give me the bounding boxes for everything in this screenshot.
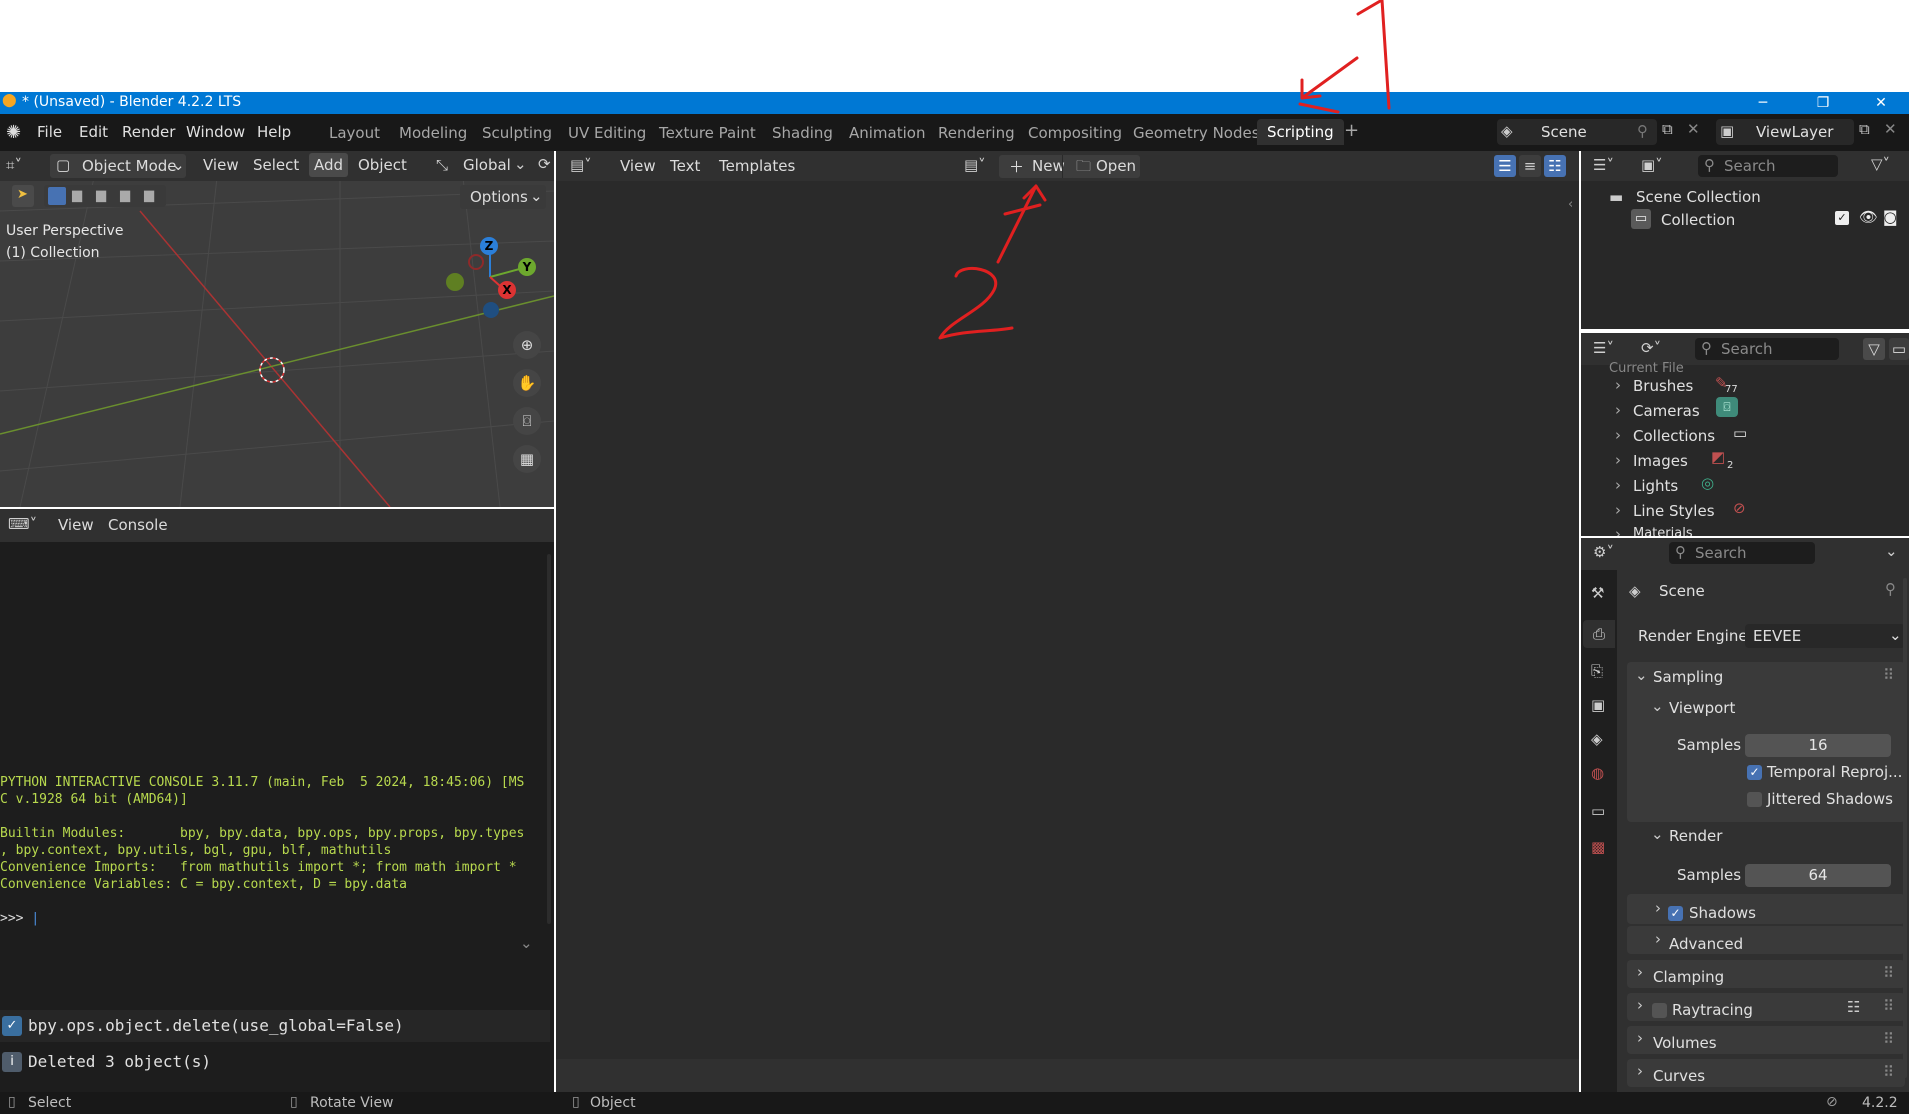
- annotation-overlay: [938, 0, 1391, 340]
- annotation-stroke: [1356, 0, 1391, 110]
